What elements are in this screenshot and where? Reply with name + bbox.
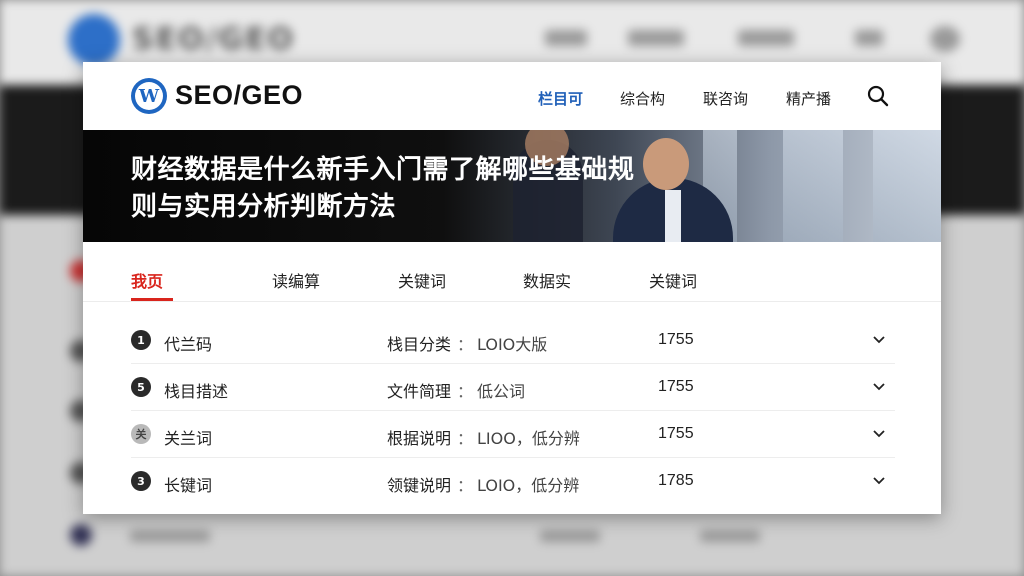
wordpress-logo-icon[interactable]: W: [131, 78, 167, 114]
tab-active-indicator: [131, 298, 173, 301]
chevron-down-icon[interactable]: [872, 379, 886, 393]
row-value: 低公词: [477, 382, 526, 401]
row-colon: ：: [457, 476, 474, 495]
banner-window: [873, 130, 941, 242]
list-item[interactable]: 5 栈目措述 文件简理 ： 低公词 1755: [131, 365, 895, 411]
hero-banner: 财经数据是什么新手入门需了解哪些基础规则与实用分析判断方法: [83, 130, 941, 242]
row-label: 长键词: [164, 476, 213, 495]
tab-4[interactable]: 数据实: [523, 268, 571, 292]
nav-item-2[interactable]: 综合构: [620, 88, 665, 109]
list-item[interactable]: 3 长键词 领键说明 ： LOIO，低分辨 1785: [131, 459, 895, 505]
row-number: 1785: [658, 472, 694, 489]
row-value: LIOO，低分辨: [477, 429, 580, 448]
tab-home[interactable]: 我页: [131, 268, 163, 292]
row-value: LOIO大版: [477, 335, 548, 354]
tab-bar: 我页 读编算 关键词 数据实 关键词: [83, 242, 941, 302]
logo-glyph: W: [138, 85, 160, 107]
nav-item-4[interactable]: 精产播: [786, 88, 831, 109]
row-label: 栈目措述: [164, 382, 229, 401]
logo-inner: W: [135, 82, 163, 110]
row-value: LOIO，低分辨: [477, 476, 580, 495]
chevron-down-icon[interactable]: [872, 473, 886, 487]
row-number: 1755: [658, 425, 694, 442]
row-label: 代兰码: [164, 335, 213, 354]
row-colon: ：: [457, 335, 474, 354]
row-number-icon: 5: [131, 377, 151, 397]
nav-item-1[interactable]: 栏目可: [538, 88, 583, 109]
tab-2[interactable]: 读编算: [272, 268, 320, 292]
background-logo-icon: [68, 14, 120, 66]
row-number-icon: 1: [131, 330, 151, 350]
search-icon[interactable]: [866, 84, 890, 108]
article-title: 财经数据是什么新手入门需了解哪些基础规则与实用分析判断方法: [131, 155, 635, 222]
background-nav-item: [738, 30, 794, 46]
row-key: 根据说明: [387, 429, 452, 448]
banner-window: [783, 130, 843, 242]
site-brand[interactable]: SEO/GEO: [175, 80, 303, 111]
list-item[interactable]: 关 关兰词 根据说明 ： LIOO，低分辨 1755: [131, 412, 895, 458]
background-nav-item: [545, 30, 587, 46]
list-item[interactable]: 1 代兰码 栈目分类 ： LOIO大版 1755: [131, 318, 895, 364]
row-key: 文件简理: [387, 382, 452, 401]
content-card: W SEO/GEO 栏目可 综合构 联咨询 精产播 财经数据是什么新手入门需了解…: [83, 62, 941, 514]
row-number-icon: 关: [131, 424, 151, 444]
row-number-icon: 3: [131, 471, 151, 491]
chevron-down-icon[interactable]: [872, 332, 886, 346]
background-nav-item: [855, 30, 883, 46]
nav-item-3[interactable]: 联咨询: [703, 88, 748, 109]
banner-person-shirt: [665, 190, 681, 242]
background-search-icon: [930, 26, 960, 52]
tab-keywords-2[interactable]: 关键词: [649, 268, 697, 292]
chevron-down-icon[interactable]: [872, 426, 886, 440]
background-brand: SEO/GEO: [132, 22, 296, 57]
row-colon: ：: [457, 382, 474, 401]
background-row: [60, 522, 1020, 548]
row-number: 1755: [658, 331, 694, 348]
tab-keywords[interactable]: 关键词: [398, 268, 446, 292]
row-colon: ：: [457, 429, 474, 448]
row-number: 1755: [658, 378, 694, 395]
row-key: 领键说明: [387, 476, 452, 495]
row-label: 关兰词: [164, 429, 213, 448]
site-header: W SEO/GEO 栏目可 综合构 联咨询 精产播: [83, 62, 941, 130]
background-nav-item: [628, 30, 684, 46]
row-key: 栈目分类: [387, 335, 452, 354]
